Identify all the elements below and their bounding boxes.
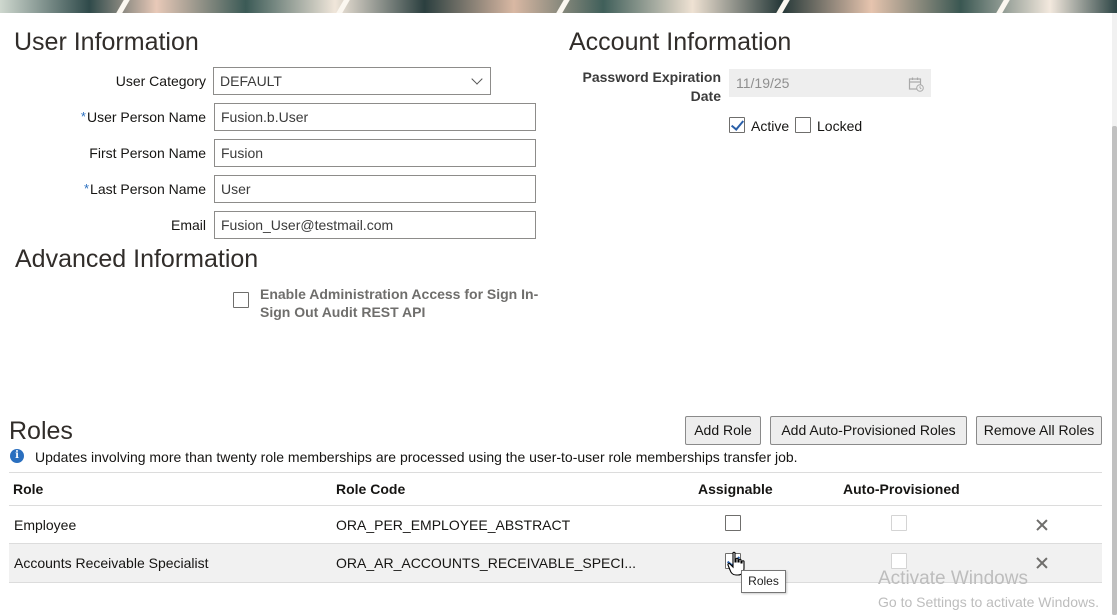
account-information-title: Account Information	[569, 28, 792, 56]
chevron-down-icon	[471, 73, 483, 85]
roles-info-text: Updates involving more than twenty role …	[35, 449, 798, 465]
column-header-role[interactable]: Role	[13, 481, 43, 497]
user-category-label: User Category	[115, 73, 206, 89]
activate-windows-hint: Go to Settings to activate Windows.	[878, 594, 1099, 610]
assignable-checkbox[interactable]	[725, 515, 741, 531]
password-expiration-label: Password Expiration Date	[582, 69, 721, 104]
first-person-name-label: First Person Name	[89, 145, 206, 161]
email-input[interactable]: Fusion_User@testmail.com	[214, 211, 536, 239]
add-role-button[interactable]: Add Role	[685, 416, 761, 445]
table-row-role: Accounts Receivable Specialist	[14, 555, 209, 571]
required-marker: *	[83, 181, 90, 196]
password-expiration-value: 11/19/25	[736, 75, 790, 91]
first-person-name-input[interactable]: Fusion	[214, 139, 536, 167]
close-icon[interactable]	[1036, 519, 1048, 531]
header-banner	[0, 0, 1117, 13]
table-row-role: Employee	[14, 517, 77, 533]
user-person-name-input[interactable]: Fusion.b.User	[214, 103, 536, 131]
advanced-information-title: Advanced Information	[15, 245, 259, 273]
table-top-divider	[9, 472, 1102, 473]
table-row-role-code: ORA_AR_ACCOUNTS_RECEIVABLE_SPECI...	[336, 555, 637, 571]
column-header-assignable[interactable]: Assignable	[698, 481, 773, 497]
locked-label: Locked	[817, 118, 863, 134]
scrollbar-thumb[interactable]	[1112, 126, 1117, 615]
roles-title: Roles	[9, 417, 73, 445]
table-header-divider	[9, 505, 1102, 506]
user-information-title: User Information	[14, 28, 199, 56]
last-person-name-label: *Last Person Name	[83, 181, 206, 197]
email-label: Email	[170, 217, 206, 233]
active-label: Active	[751, 118, 790, 134]
enable-admin-access-checkbox[interactable]	[233, 292, 249, 308]
close-icon[interactable]	[1036, 557, 1048, 569]
user-category-value: DEFAULT	[220, 73, 282, 89]
info-icon: i	[10, 449, 24, 463]
active-checkbox[interactable]	[729, 117, 745, 133]
user-person-name-label: *User Person Name	[80, 109, 206, 125]
password-expiration-date-input: 11/19/25	[729, 69, 931, 97]
auto-provisioned-checkbox	[891, 515, 907, 531]
column-header-role-code[interactable]: Role Code	[336, 481, 405, 497]
calendar-icon	[908, 77, 924, 92]
vertical-scrollbar[interactable]	[1112, 13, 1117, 615]
required-marker: *	[80, 109, 86, 124]
add-auto-provisioned-roles-button[interactable]: Add Auto-Provisioned Roles	[770, 416, 967, 445]
last-person-name-input[interactable]: User	[214, 175, 536, 203]
column-header-auto-provisioned[interactable]: Auto-Provisioned	[843, 481, 960, 497]
auto-provisioned-checkbox	[891, 553, 907, 569]
user-category-select[interactable]: DEFAULT	[213, 67, 491, 95]
enable-admin-access-label: Enable Administration Access for Sign In…	[260, 286, 539, 320]
table-row-role-code: ORA_PER_EMPLOYEE_ABSTRACT	[336, 517, 571, 533]
remove-all-roles-button[interactable]: Remove All Roles	[976, 416, 1102, 445]
activate-windows-watermark: Activate Windows	[878, 568, 1028, 589]
roles-tooltip: Roles	[741, 570, 786, 593]
locked-checkbox[interactable]	[795, 117, 811, 133]
